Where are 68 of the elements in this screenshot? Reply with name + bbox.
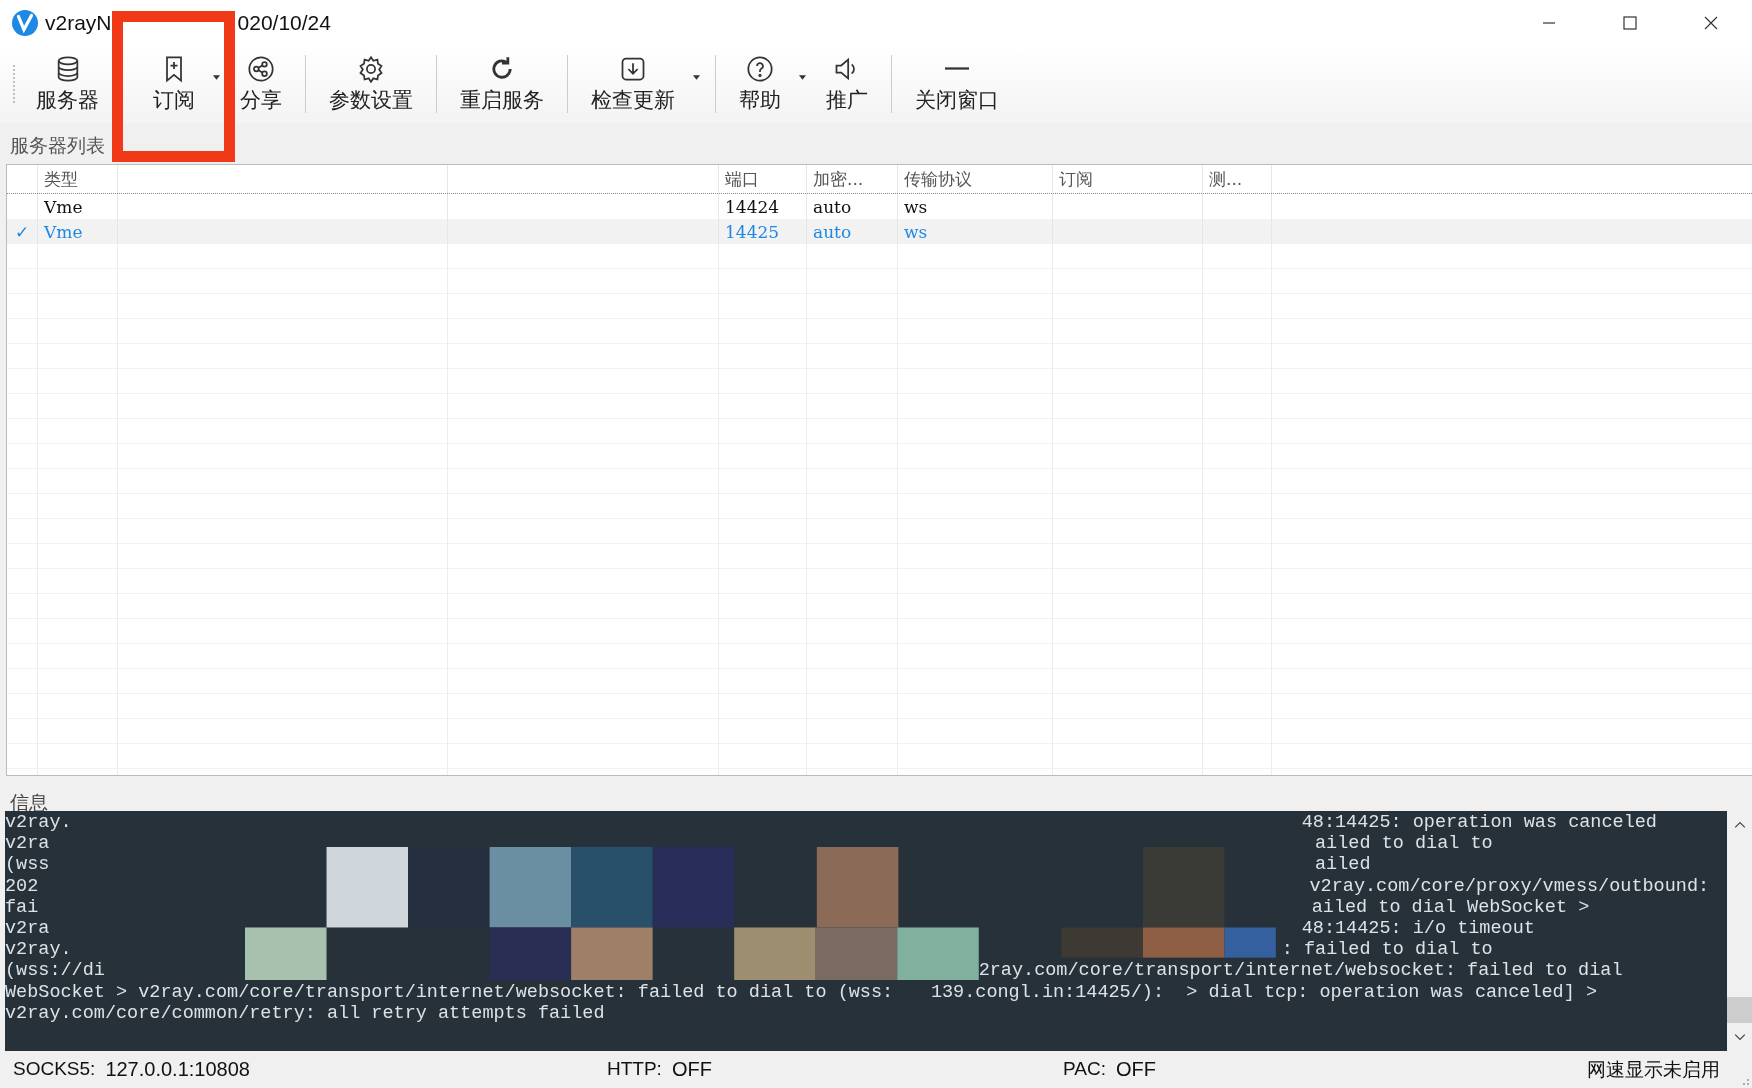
table-cell: 14425	[725, 222, 780, 242]
window-title: 020/10/24	[237, 10, 331, 35]
toolbar-grip-icon	[12, 64, 16, 104]
table-cell: ws	[904, 197, 928, 217]
log-text: (wss://di	[5, 960, 105, 982]
dropdown-caret-icon[interactable]	[693, 74, 700, 80]
log-text: v2ra	[5, 833, 50, 855]
toolbar-button[interactable]: 推广	[812, 50, 901, 118]
log-text: fai	[5, 896, 39, 918]
toolbar-button[interactable]: 订阅	[139, 50, 226, 118]
close-icon[interactable]	[1703, 14, 1719, 31]
toolbar-button[interactable]: 重启服务	[446, 50, 577, 118]
column-header[interactable]: 传输协议	[898, 165, 1053, 193]
gear-icon	[357, 54, 385, 83]
table-cell: 14424	[725, 197, 780, 217]
log-text: 48:14425: i/o timeout	[1301, 917, 1535, 940]
column-header[interactable]: 订阅	[1053, 165, 1203, 193]
check-mark: ✓	[15, 222, 29, 242]
resize-grip-icon	[1740, 1076, 1750, 1086]
column-header[interactable]: 端口	[719, 165, 807, 193]
log-text: 202	[5, 875, 39, 897]
window-title: v2rayN	[45, 10, 112, 35]
help-icon	[746, 54, 774, 83]
log-text: ailed to dial WebSocket >	[1311, 896, 1590, 918]
dropdown-caret-icon[interactable]	[799, 74, 806, 80]
status-label: HTTP:	[607, 1058, 662, 1081]
log-text: v2ra	[5, 917, 50, 940]
log-text: v2ray.com/core/common/retry: all retry attempts failed	[5, 1002, 605, 1024]
toolbar-button[interactable]: 关闭窗口	[901, 50, 1013, 118]
log-text: ailed to dial to	[1315, 833, 1493, 855]
status-value: 127.0.0.1:10808	[105, 1058, 250, 1081]
group-title: 信息	[9, 791, 49, 811]
table-cell: auto	[813, 222, 852, 242]
status-text: 网速显示未启用	[1587, 1057, 1720, 1082]
column-header[interactable]: 类型	[38, 165, 118, 193]
status-label: PAC:	[1063, 1058, 1106, 1081]
toolbar-button[interactable]: 服务器	[22, 50, 113, 118]
toolbar-button[interactable]: 帮助	[725, 50, 812, 118]
log-text: (wss	[5, 854, 50, 876]
status-value: OFF	[671, 1058, 712, 1081]
toolbar-button[interactable]: 参数设置	[315, 50, 446, 118]
toolbar-button[interactable]: 检查更新	[577, 50, 725, 118]
scroll-thumb[interactable]	[1727, 997, 1752, 1023]
column-header[interactable]: 加密...	[807, 165, 898, 193]
table-cell: Vme	[38, 219, 118, 244]
app-logo-icon	[12, 9, 38, 36]
scroll-down-icon[interactable]	[1733, 1033, 1746, 1041]
toolbar-button[interactable]: 分享	[226, 50, 315, 118]
column-header[interactable]: 测...	[1203, 165, 1272, 193]
minus-icon	[943, 66, 971, 70]
dropdown-caret-icon[interactable]	[213, 74, 220, 80]
status-label: SOCKS5:	[13, 1058, 96, 1081]
log-text: 139.congl.in:14425/): > dial tcp: operation was canceled] >	[930, 981, 1597, 1003]
group-title: 服务器列表	[9, 134, 106, 158]
log-text: 2ray.com/core/transport/internet/websocket: failed to dial	[978, 960, 1623, 982]
log-text: ailed	[1315, 854, 1371, 876]
status-value: OFF	[1115, 1058, 1156, 1081]
table-cell: ws	[904, 222, 928, 242]
log-text: : failed to dial to	[1281, 939, 1493, 961]
log-text: v2ray.	[5, 812, 72, 834]
scroll-up-icon[interactable]	[1733, 821, 1746, 829]
log-text: v2ray.	[5, 939, 72, 961]
log-text: WebSocket > v2ray.com/core/transport/internet/websocket: failed to dial to (wss:	[5, 981, 894, 1003]
maximize-icon[interactable]	[1622, 14, 1638, 31]
log-text: v2ray.com/core/proxy/vmess/outbound:	[1309, 875, 1710, 897]
share-icon	[247, 54, 275, 83]
table-cell: auto	[813, 197, 852, 217]
log-text: 48:14425: operation was canceled	[1301, 812, 1657, 834]
